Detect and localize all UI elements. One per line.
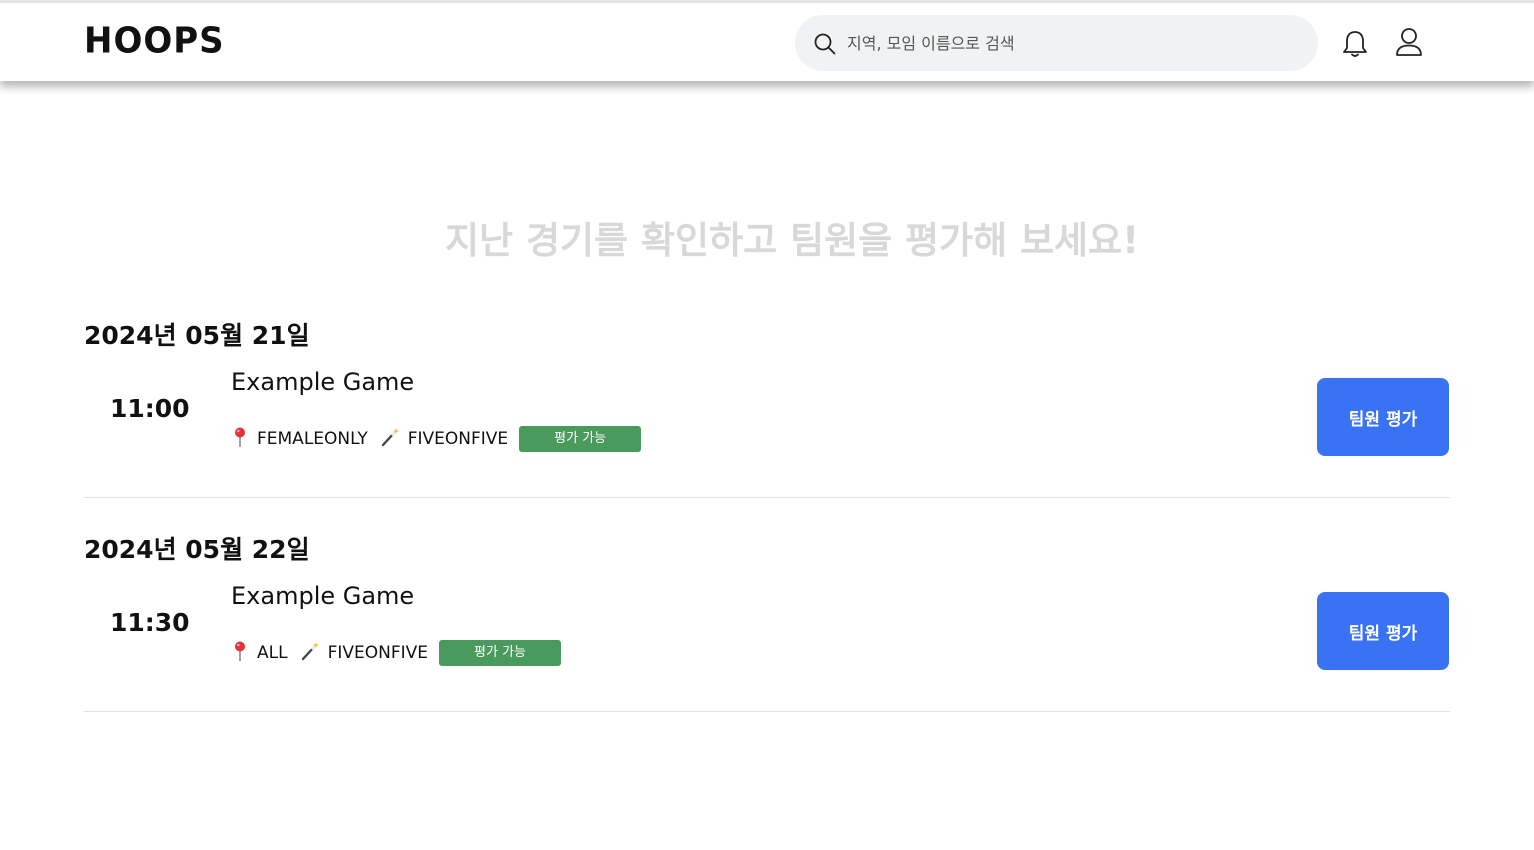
game-date: 2024년 05월 21일: [84, 321, 310, 350]
search-bar[interactable]: [795, 15, 1318, 71]
game-name[interactable]: Example Game: [231, 368, 414, 396]
game-time: 11:30: [110, 608, 190, 637]
logo[interactable]: HOOPS: [84, 20, 225, 62]
gender-label: ALL: [257, 643, 288, 663]
evaluate-team-button[interactable]: 팀원 평가: [1317, 592, 1449, 670]
evaluate-team-button[interactable]: 팀원 평가: [1317, 378, 1449, 456]
wand-icon: [300, 641, 320, 666]
game-row: 11:30 Example Game ALL FIVEONFIVE 평가 가능: [84, 568, 1450, 712]
bell-icon[interactable]: [1341, 29, 1369, 63]
game-meta: ALL FIVEONFIVE 평가 가능: [231, 640, 562, 667]
game-row: 11:00 Example Game FEMALEONLY FIVEONFIVE…: [84, 354, 1450, 498]
status-badge: 평가 가능: [439, 640, 562, 666]
game-time: 11:00: [110, 394, 190, 423]
game-name[interactable]: Example Game: [231, 582, 414, 610]
day-group: 2024년 05월 21일 11:00 Example Game FEMALEO…: [84, 318, 1450, 498]
gender-label: FEMALEONLY: [257, 429, 368, 449]
search-input[interactable]: [847, 15, 1297, 71]
day-group: 2024년 05월 22일 11:30 Example Game ALL FIV…: [84, 532, 1450, 712]
format-label: FIVEONFIVE: [407, 429, 509, 449]
wand-icon: [380, 427, 400, 452]
pin-icon: [231, 426, 249, 453]
game-meta: FEMALEONLY FIVEONFIVE 평가 가능: [231, 426, 642, 453]
user-icon[interactable]: [1394, 26, 1424, 62]
status-badge: 평가 가능: [519, 426, 642, 452]
page-title: 지난 경기를 확인하고 팀원을 평가해 보세요!: [445, 219, 1139, 262]
pin-icon: [231, 640, 249, 667]
format-label: FIVEONFIVE: [327, 643, 429, 663]
search-icon[interactable]: [813, 32, 837, 60]
game-date: 2024년 05월 22일: [84, 535, 310, 564]
site-header: HOOPS: [0, 3, 1534, 81]
